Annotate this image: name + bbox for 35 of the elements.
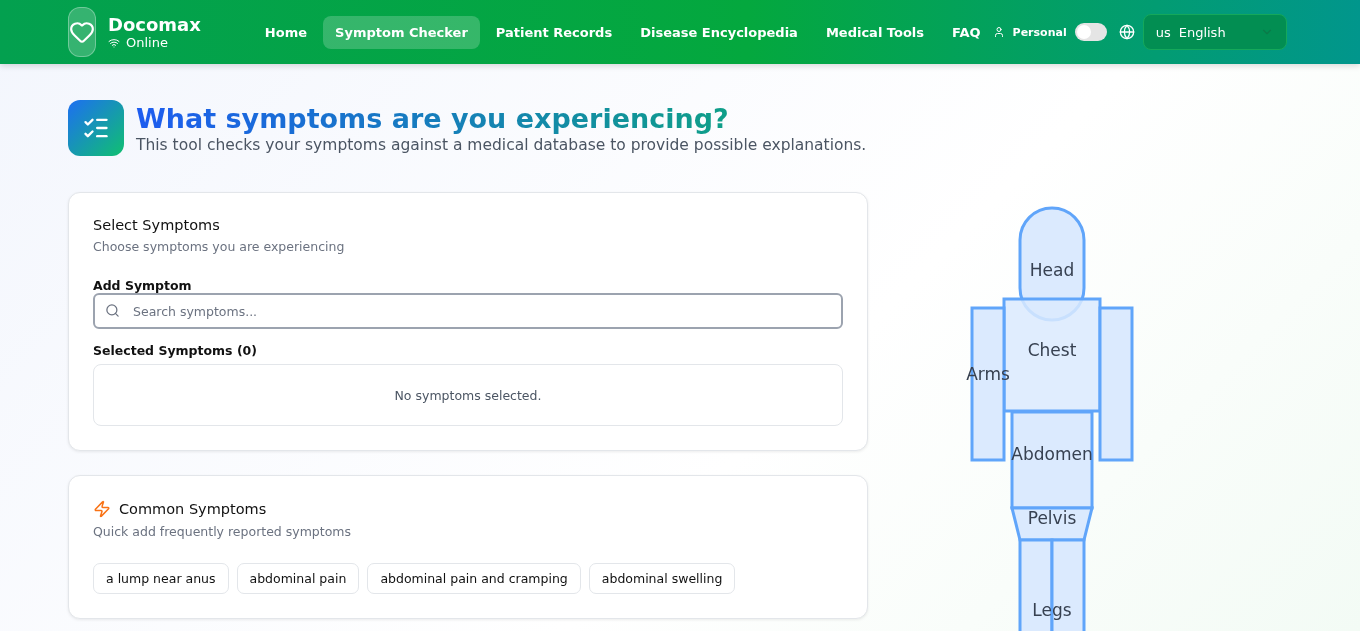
lightning-icon [93, 500, 111, 518]
nav-tab[interactable]: Symptom Checker [323, 15, 480, 49]
selected-label: Selected Symptoms (0) [93, 343, 259, 358]
empty-message: No symptoms selected. [93, 364, 843, 426]
card-subtitle: Choose symptoms you are experiencing [93, 239, 346, 254]
brand-name: Docomax [108, 14, 201, 35]
search-icon [105, 303, 120, 318]
nav-tab[interactable]: Medical Tools [813, 15, 937, 49]
mode-toggle[interactable] [1074, 23, 1107, 41]
card-title: Select Symptoms [93, 217, 221, 233]
body-part-label: Pelvis [1027, 508, 1077, 528]
nav-tab[interactable]: Home [252, 15, 320, 49]
mode-label: Personal [1012, 25, 1067, 39]
symptom-chip[interactable]: abdominal pain [236, 563, 360, 594]
page-subtitle: This tool checks your symptoms against a medical database to provide possible explanations. [136, 135, 867, 154]
symptom-chip[interactable]: a lump near anus [93, 563, 229, 594]
field-label: Add Symptom [93, 278, 193, 293]
symptom-chip[interactable]: abdominal swelling [588, 563, 736, 594]
language-select[interactable]: us English [1142, 14, 1287, 50]
body-part-label: Head [1029, 260, 1075, 280]
heart-icon [69, 19, 95, 45]
nav-tab[interactable]: Patient Records [483, 15, 625, 49]
card-subtitle: Quick add frequently reported symptoms [93, 524, 353, 539]
wifi-icon [108, 36, 120, 49]
pelvis-shape[interactable] [1010, 506, 1094, 542]
search-field[interactable]: Search symptoms... [93, 293, 843, 329]
user-icon [992, 26, 1005, 38]
status-text: Online [126, 35, 168, 50]
nav-tab[interactable]: Disease Encyclopedia [628, 15, 810, 49]
symptom-chip[interactable]: abdominal pain and cramping [367, 563, 581, 594]
nav-tab[interactable]: FAQ [940, 15, 993, 49]
card-title: Common Symptoms [119, 501, 267, 517]
body-part-label: Chest [1027, 340, 1077, 360]
checklist-icon [68, 100, 124, 156]
globe-icon [1118, 24, 1135, 40]
